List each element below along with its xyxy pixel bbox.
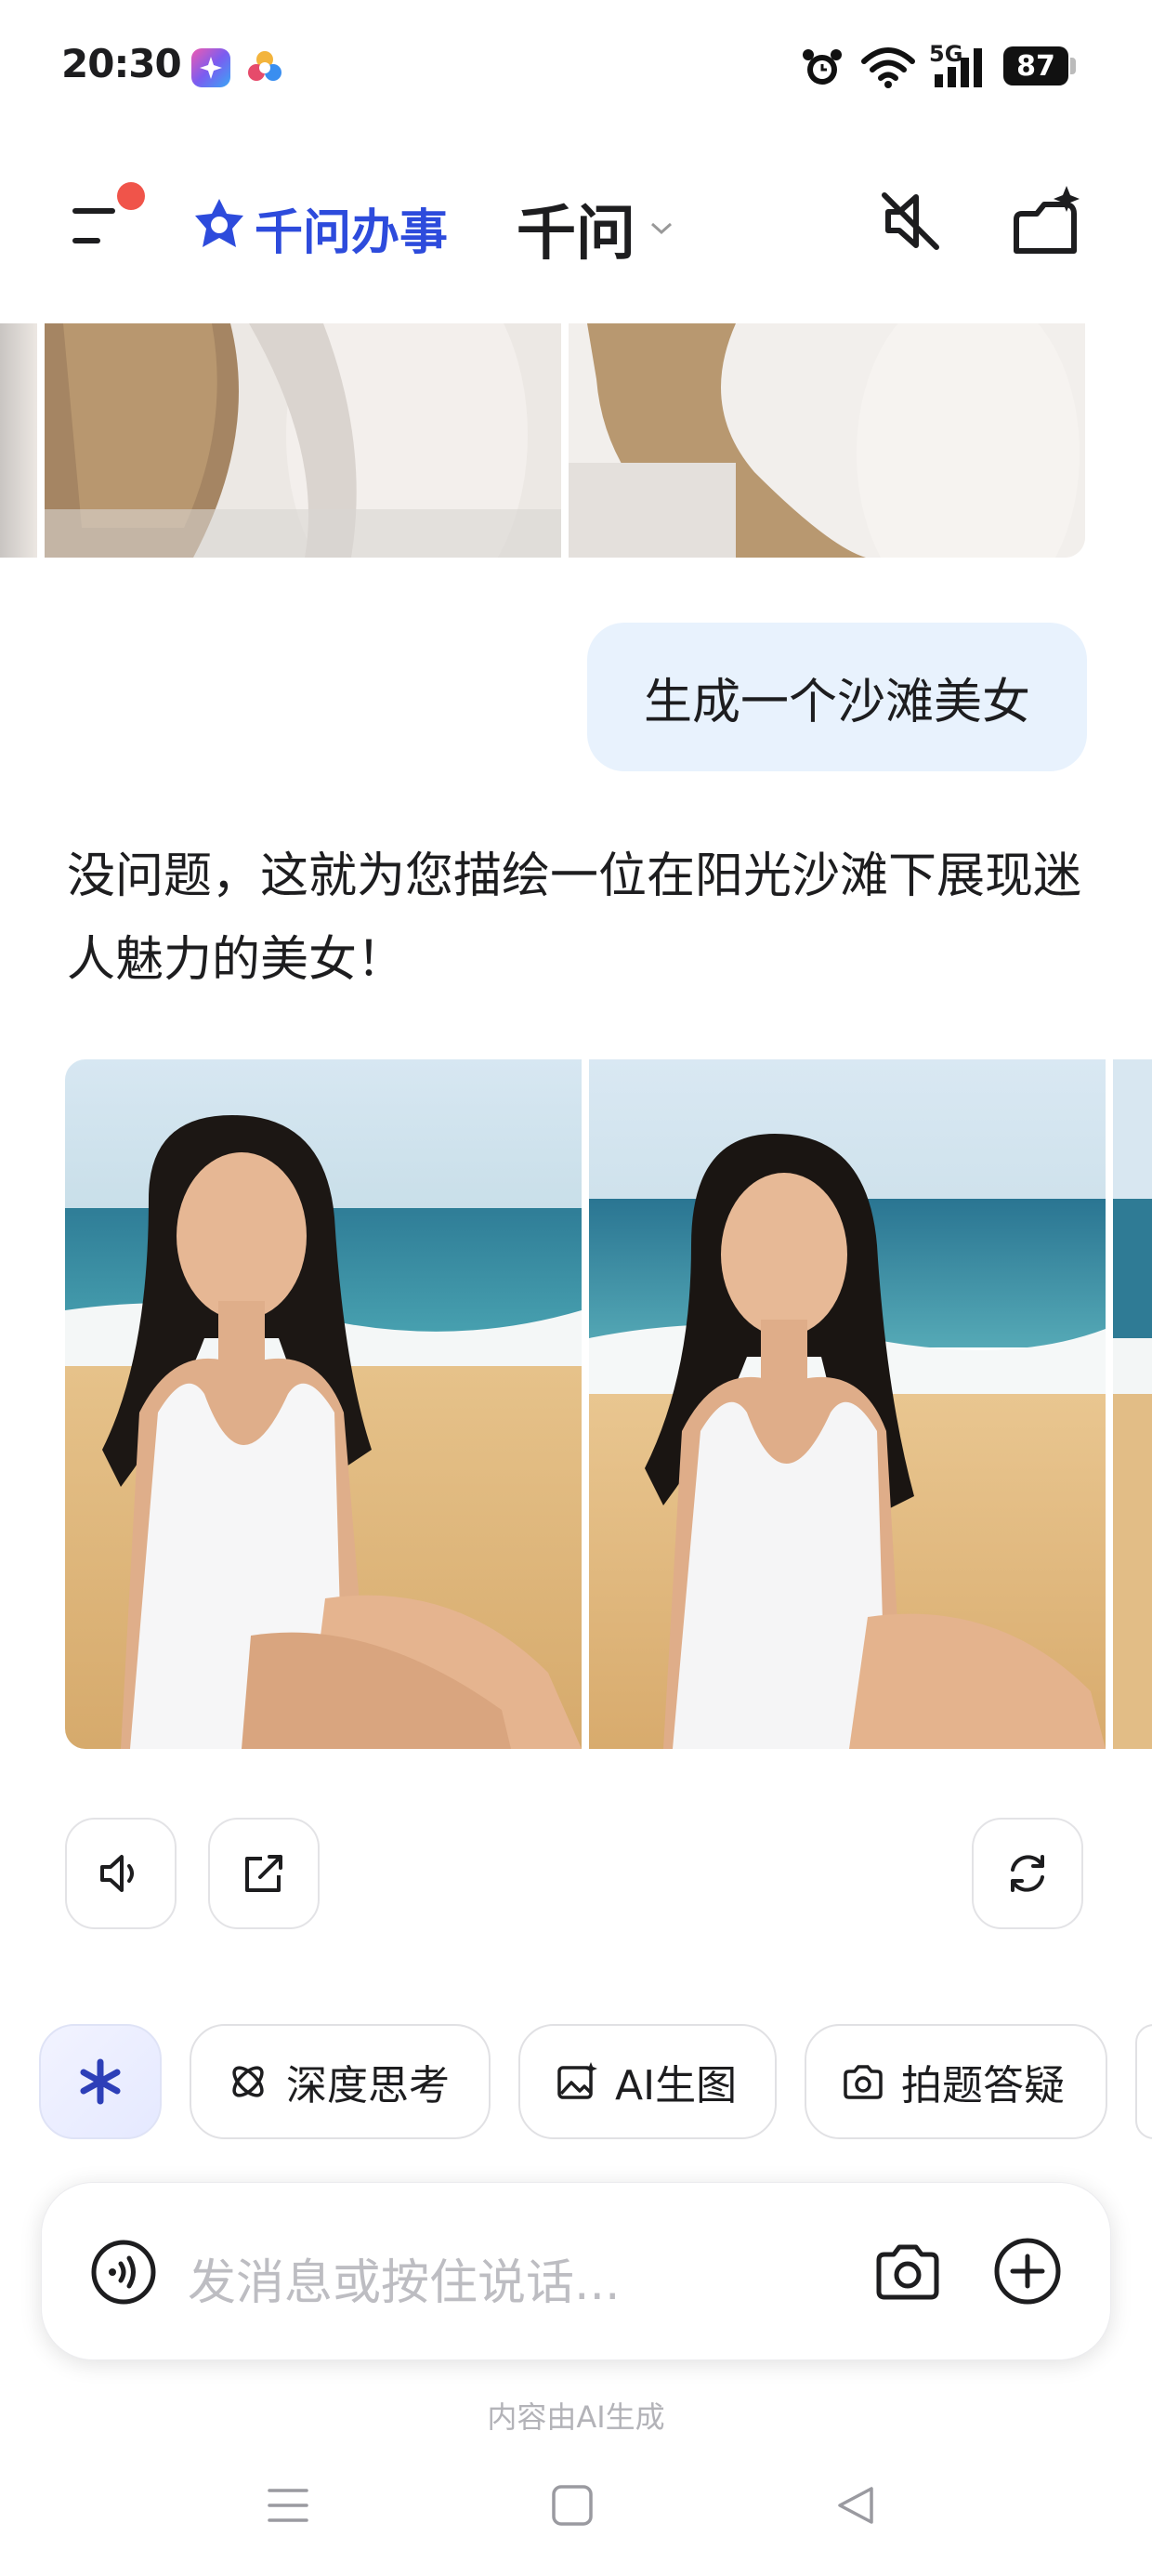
battery-tip (1070, 58, 1076, 74)
chip-ai-image[interactable]: AI生图 (518, 2024, 777, 2139)
menu-nav-icon[interactable] (266, 2483, 310, 2531)
mute-icon[interactable] (875, 186, 946, 260)
status-time: 20:30 (61, 41, 182, 86)
previous-image-2[interactable] (569, 323, 1085, 558)
chip-photo-question-label: 拍题答疑 (901, 2062, 1065, 2109)
new-chat-icon[interactable] (1009, 182, 1087, 264)
image-gen-icon (557, 2062, 597, 2099)
home-nav-icon[interactable] (550, 2483, 595, 2531)
brand-name[interactable]: 千问办事 (255, 193, 448, 263)
share-button[interactable] (208, 1818, 320, 1929)
add-attachment-button[interactable] (992, 2236, 1063, 2310)
chip-photo-question[interactable]: 拍题答疑 (805, 2024, 1107, 2139)
speaker-icon (100, 1855, 134, 1892)
assistant-reply-text: 没问题，这就为您描绘一位在阳光沙滩下展现迷人魅力的美女！ (67, 848, 1082, 988)
chevron-down-icon[interactable] (648, 219, 674, 242)
previous-image-edge[interactable] (0, 323, 37, 558)
refresh-icon (1011, 1855, 1044, 1892)
menu-icon[interactable] (71, 203, 126, 253)
battery-level: 87 (1016, 49, 1055, 83)
ai-generated-note: 内容由AI生成 (487, 2399, 665, 2435)
think-icon (232, 2066, 264, 2097)
chip-agent-mode[interactable] (39, 2024, 162, 2139)
previous-image-1[interactable] (45, 323, 561, 558)
read-aloud-button[interactable] (65, 1818, 177, 1929)
alarm-icon (799, 45, 845, 95)
brand-logo-icon (191, 197, 247, 258)
message-input-placeholder[interactable]: 发消息或按住说话... (188, 2243, 621, 2313)
chip-ai-image-label: AI生图 (615, 2062, 738, 2109)
model-title[interactable]: 千问 (517, 186, 635, 271)
chip-more-edge[interactable] (1135, 2024, 1152, 2139)
generated-image-2[interactable] (589, 1059, 1106, 1749)
notification-dot (117, 182, 145, 210)
battery-icon: 87 (1003, 46, 1068, 85)
colorful-app-icon (243, 46, 286, 93)
chip-deep-think[interactable]: 深度思考 (190, 2024, 491, 2139)
regenerate-button[interactable] (972, 1818, 1083, 1929)
chip-deep-think-label: 深度思考 (286, 2062, 450, 2109)
back-nav-icon[interactable] (834, 2483, 879, 2531)
asterisk-icon (80, 2058, 121, 2105)
generated-image-3-edge[interactable] (1113, 1059, 1152, 1749)
signal-icon (933, 46, 988, 93)
generated-image-1[interactable] (65, 1059, 582, 1749)
user-message-bubble: 生成一个沙滩美女 (587, 623, 1087, 771)
share-icon (245, 1855, 282, 1892)
camera-question-icon (844, 2065, 883, 2099)
app-store-icon (191, 48, 230, 87)
voice-input-button[interactable] (89, 2238, 158, 2310)
wifi-icon (860, 45, 916, 93)
voice-icon (91, 2240, 156, 2305)
plus-icon (994, 2238, 1061, 2305)
camera-icon (876, 2244, 939, 2300)
camera-button[interactable] (873, 2238, 942, 2310)
